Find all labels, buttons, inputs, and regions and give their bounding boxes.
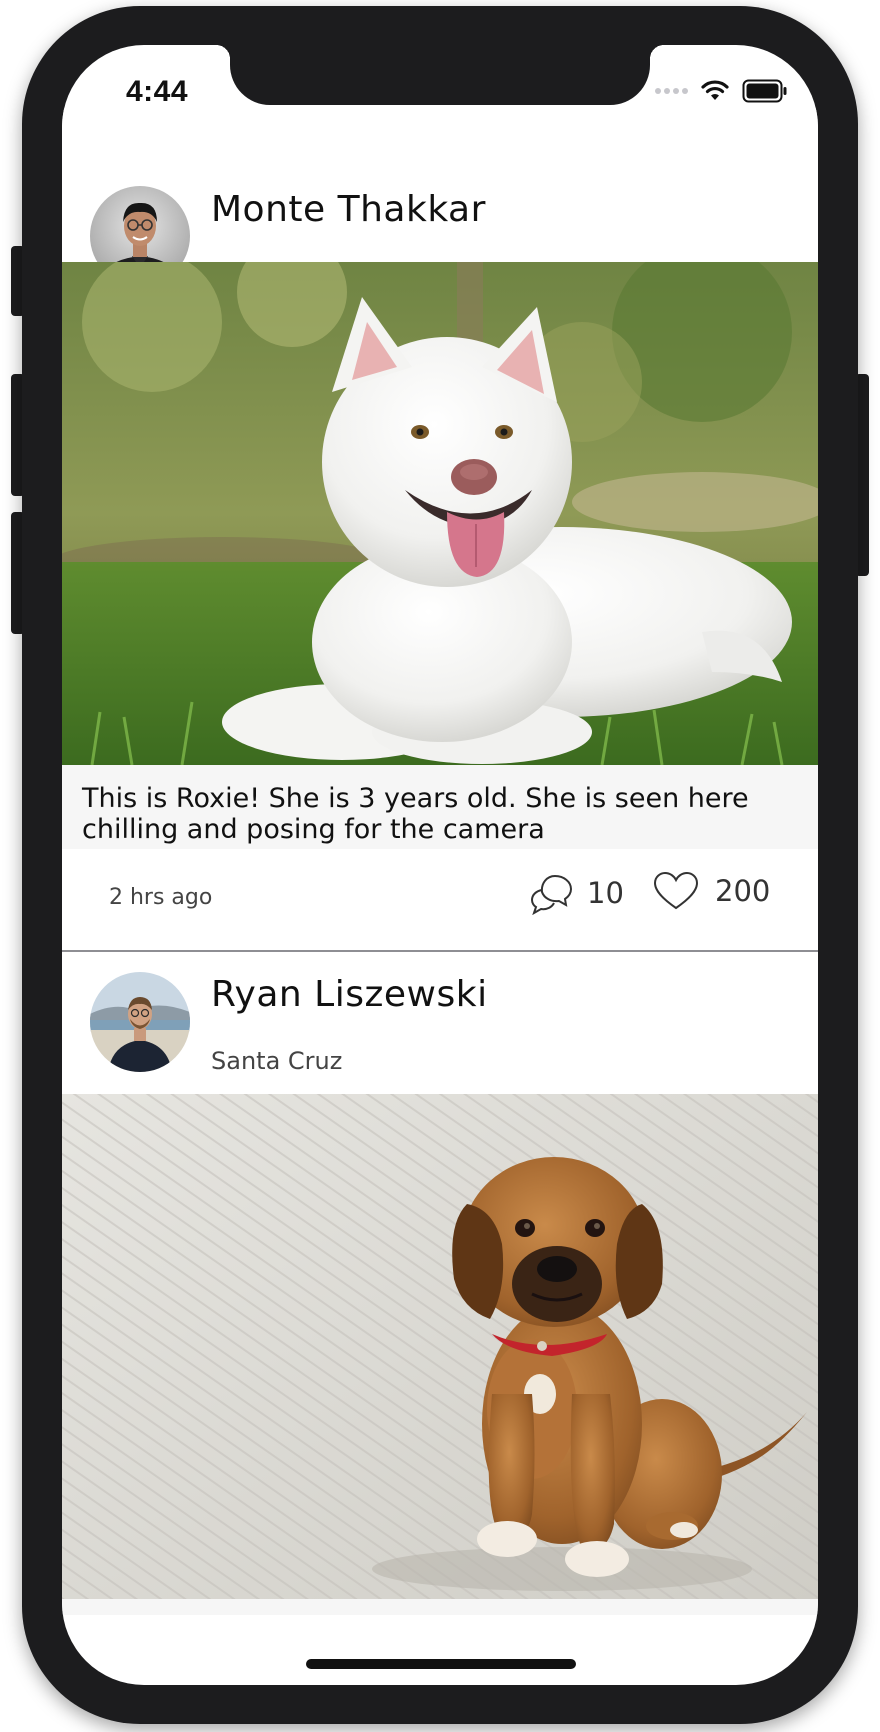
post-caption: This is Roxie! She is 3 years old. She i…	[62, 765, 818, 849]
notch	[216, 45, 664, 105]
battery-icon	[742, 79, 787, 103]
like-count: 200	[715, 874, 771, 908]
comment-count: 10	[587, 876, 624, 910]
wifi-icon	[701, 80, 729, 100]
post-header: Ryan Liszewski Santa Cruz	[62, 952, 818, 1090]
author-name[interactable]: Monte Thakkar	[211, 189, 486, 230]
status-time: 4:44	[126, 75, 189, 108]
heart-icon[interactable]	[653, 871, 699, 911]
post-photo[interactable]	[62, 1094, 818, 1599]
next-post-peek	[62, 1599, 818, 1615]
post-timestamp: 2 hrs ago	[109, 885, 213, 910]
author-name[interactable]: Ryan Liszewski	[211, 974, 488, 1015]
avatar[interactable]	[90, 972, 190, 1072]
comment-button[interactable]: 10	[529, 871, 624, 915]
phone-screen: 4:44 Monte Thakkar This is Roxie! She is…	[62, 45, 818, 1685]
author-location: Santa Cruz	[211, 1047, 343, 1075]
status-indicators	[655, 79, 788, 103]
signal-icon	[655, 88, 688, 94]
post-meta-row: 2 hrs ago 10 200	[62, 849, 818, 949]
like-button[interactable]: 200	[653, 871, 770, 911]
home-indicator[interactable]	[306, 1659, 576, 1669]
post-photo[interactable]	[62, 262, 818, 765]
comment-bubble-icon[interactable]	[529, 871, 573, 915]
caption-text: This is Roxie! She is 3 years old. She i…	[82, 783, 749, 845]
